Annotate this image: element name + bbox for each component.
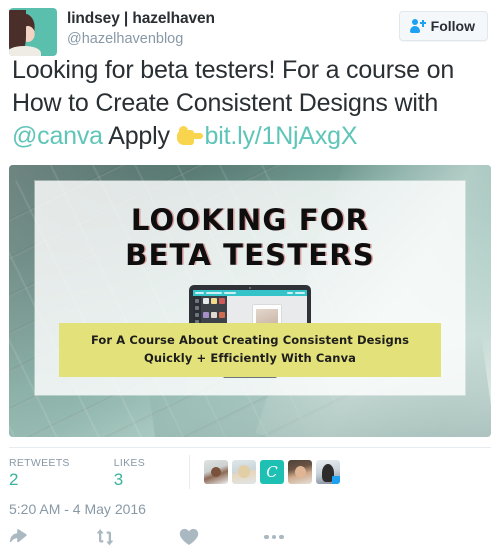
tweet-text: Looking for beta testers! For a course o…	[0, 50, 500, 153]
avatar-badge-icon	[332, 476, 341, 484]
more-button[interactable]	[264, 534, 349, 540]
likes-value: 3	[113, 470, 124, 490]
tweet-text-part-1: Looking for beta testers! For a course o…	[12, 56, 455, 117]
follow-button-label: Follow	[430, 18, 475, 34]
media-banner-line-2: Quickly + Efficiently With Canva	[143, 351, 357, 366]
user-handle[interactable]: @hazelhavenblog	[67, 31, 215, 48]
tweet-container: lindsey | hazelhaven @hazelhavenblog Fol…	[0, 0, 500, 546]
mention-canva[interactable]: @canva	[12, 122, 103, 150]
liker-avatar-2[interactable]	[232, 460, 257, 484]
media-headline-line-1: LOOKING FOR	[130, 203, 370, 237]
tweet-header: lindsey | hazelhaven @hazelhavenblog Fol…	[0, 0, 500, 56]
avatar-shoulder	[9, 46, 41, 56]
media-headline-line-2: BETA TESTERS	[125, 238, 375, 273]
retweet-icon	[94, 528, 116, 546]
tweet-media-card[interactable]: LOOKING FOR BETA TESTERS For A Course Ab…	[9, 165, 491, 437]
display-name[interactable]: lindsey | hazelhaven	[67, 10, 215, 29]
user-name-block: lindsey | hazelhaven @hazelhavenblog	[67, 8, 215, 48]
heart-icon	[179, 528, 199, 546]
person-add-icon	[409, 19, 426, 33]
retweets-label: RETWEETS	[9, 457, 70, 469]
media-inner-panel: LOOKING FOR BETA TESTERS For A Course Ab…	[35, 181, 465, 395]
like-button[interactable]	[179, 528, 264, 546]
liker-avatar-1[interactable]	[204, 460, 229, 484]
tweet-actions	[9, 528, 491, 546]
canva-logo-letter: C	[266, 462, 278, 481]
likes-stat[interactable]: LIKES 3	[114, 457, 145, 489]
liker-avatar-4[interactable]	[288, 460, 313, 484]
reply-arrow-icon	[9, 528, 29, 546]
ellipsis-icon	[264, 534, 284, 540]
avatar[interactable]	[9, 8, 57, 56]
media-headline: LOOKING FOR BETA TESTERS	[35, 203, 465, 274]
liker-avatar-3[interactable]: C	[260, 460, 285, 484]
retweet-button[interactable]	[94, 528, 179, 546]
point-right-emoji	[176, 126, 204, 148]
tweet-link[interactable]: bit.ly/1NjAxgX	[205, 122, 358, 150]
media-banner-line-1: For A Course About Creating Consistent D…	[90, 333, 410, 348]
facepile: C	[189, 455, 341, 489]
follow-button[interactable]: Follow	[398, 11, 488, 41]
liker-avatar-5[interactable]	[316, 460, 341, 484]
reply-button[interactable]	[9, 528, 94, 546]
tweet-stats-row: RETWEETS 2 LIKES 3 C	[9, 447, 491, 489]
media-banner: For A Course About Creating Consistent D…	[59, 323, 441, 377]
retweets-value: 2	[9, 470, 19, 490]
retweets-stat[interactable]: RETWEETS 2	[9, 457, 70, 489]
likes-label: LIKES	[113, 457, 146, 469]
monitor-webcam	[248, 286, 252, 289]
tweet-timestamp[interactable]: 5:20 AM - 4 May 2016	[9, 501, 491, 517]
tweet-text-part-2: Apply	[102, 122, 177, 150]
